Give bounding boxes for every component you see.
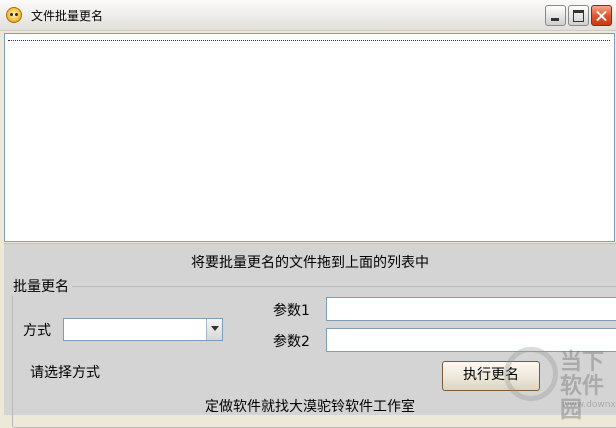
app-icon bbox=[6, 7, 22, 23]
mode-select[interactable] bbox=[63, 318, 223, 341]
param2-input[interactable] bbox=[326, 328, 616, 352]
window-title: 文件批量更名 bbox=[31, 9, 104, 23]
maximize-button[interactable] bbox=[568, 5, 589, 26]
file-list[interactable] bbox=[4, 33, 615, 242]
title-bar[interactable]: 文件批量更名 bbox=[0, 0, 616, 31]
param1-label: 参数1 bbox=[273, 303, 310, 319]
minimize-button[interactable] bbox=[545, 5, 566, 26]
param1-input[interactable] bbox=[326, 297, 616, 321]
param2-label: 参数2 bbox=[273, 334, 310, 350]
mode-label: 方式 bbox=[23, 323, 51, 339]
drop-hint: 将要批量更名的文件拖到上面的列表中 bbox=[191, 255, 429, 271]
watermark-text: 当下软件园 bbox=[560, 350, 605, 423]
chevron-down-icon[interactable] bbox=[206, 319, 222, 340]
close-button[interactable] bbox=[591, 5, 612, 26]
rename-group-legend: 批量更名 bbox=[10, 276, 72, 296]
list-focus-row bbox=[8, 40, 610, 41]
watermark-url: www.downxia.com bbox=[562, 400, 616, 410]
watermark-logo bbox=[504, 347, 558, 401]
mode-status: 请选择方式 bbox=[30, 365, 100, 381]
